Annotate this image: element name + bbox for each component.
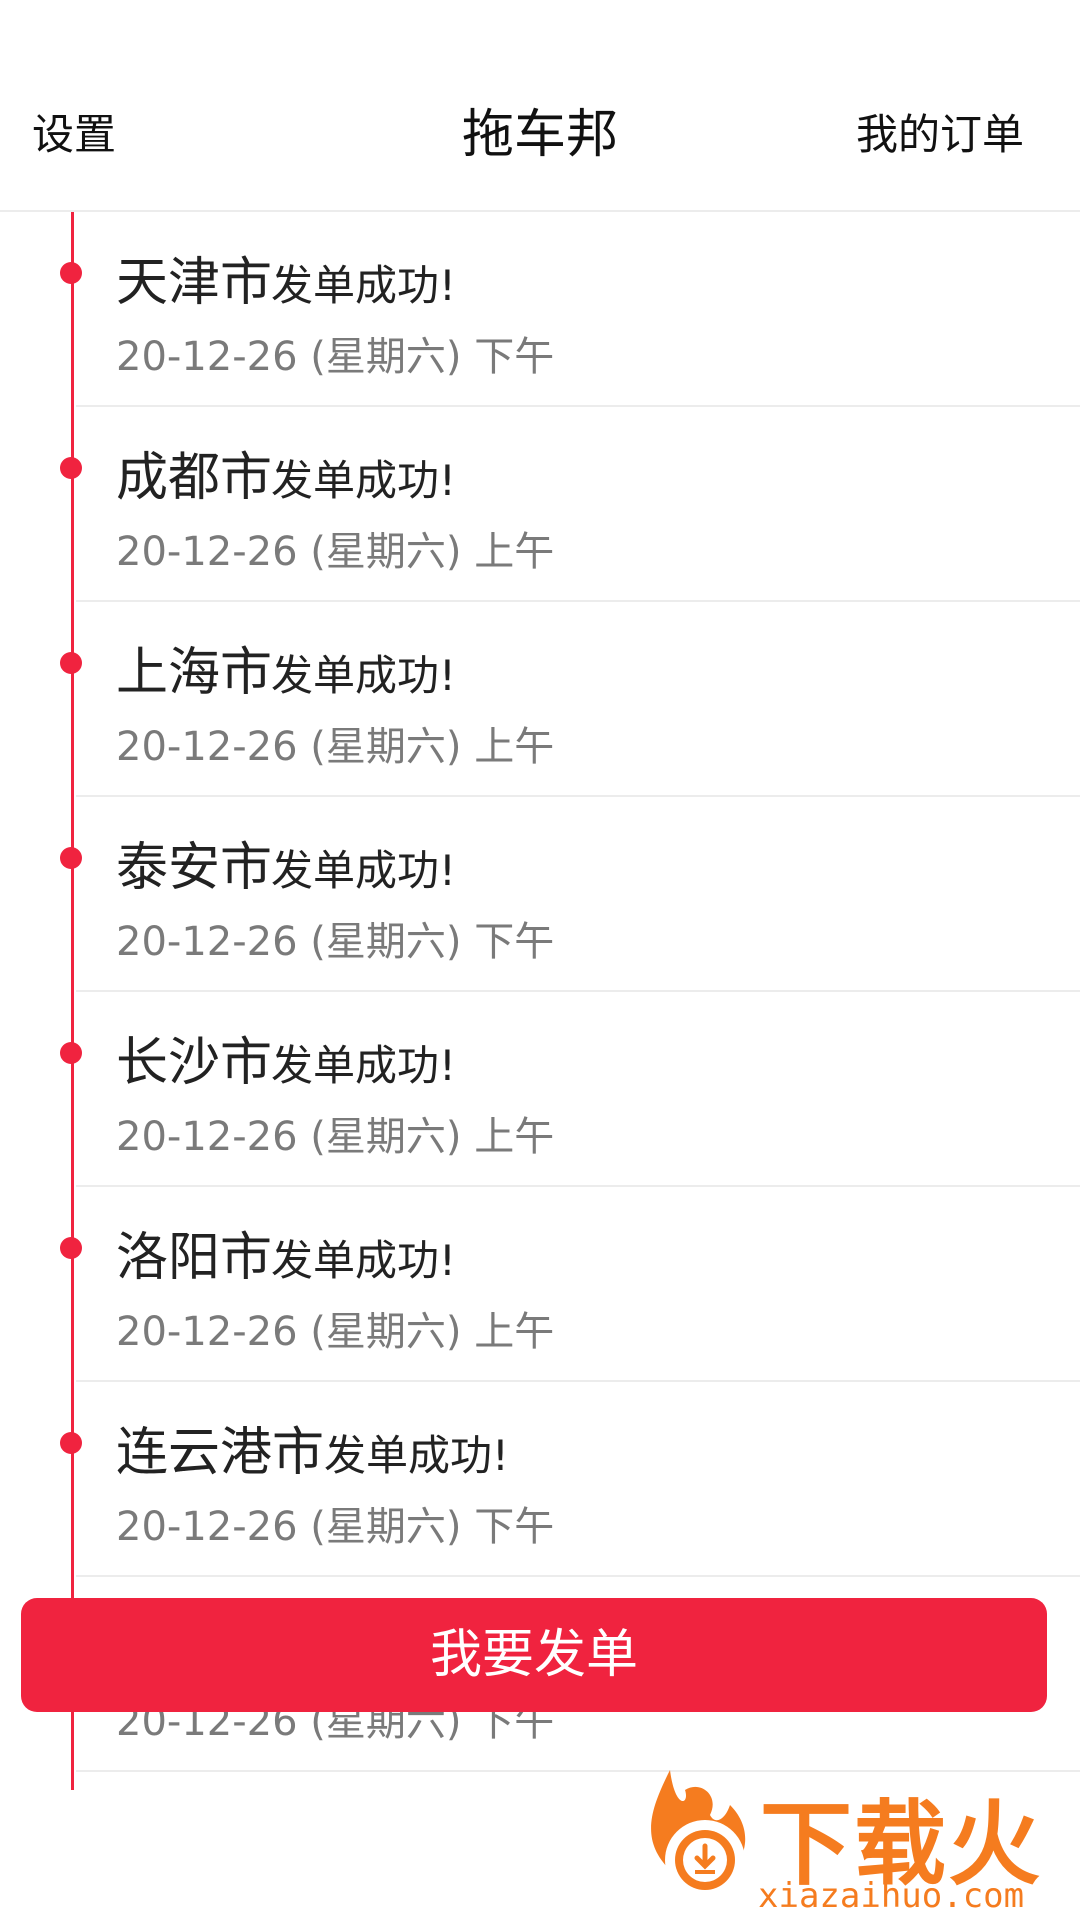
item-date: 20-12-26 (星期六) 下午 [116,1504,555,1550]
item-status: 发单成功! [271,651,456,700]
order-timeline-list: 天津市 发单成功! 20-12-26 (星期六) 下午 成都市 发单成功! 20… [0,212,1080,1772]
create-order-button[interactable]: 我要发单 [21,1598,1047,1712]
list-item[interactable]: 成都市 发单成功! 20-12-26 (星期六) 上午 [60,407,1080,602]
top-bar: 设置 拖车邦 我的订单 [0,0,1080,212]
list-item[interactable]: 洛阳市 发单成功! 20-12-26 (星期六) 上午 [60,1187,1080,1382]
item-date: 20-12-26 (星期六) 下午 [116,334,555,380]
item-city: 天津市 [116,253,273,313]
item-status: 发单成功! [271,1041,456,1090]
timeline-dot [60,1042,82,1064]
watermark-logo: 下载火 xiazaihuo.com [630,1760,1080,1920]
flame-download-icon [651,1770,746,1900]
item-date: 20-12-26 (星期六) 上午 [116,1114,555,1160]
item-city: 泰安市 [116,838,273,898]
timeline-dot [60,1432,82,1454]
item-city: 洛阳市 [116,1228,273,1288]
item-city: 成都市 [116,448,273,508]
item-status: 发单成功! [271,261,456,310]
timeline-dot [60,652,82,674]
item-status: 发单成功! [271,456,456,505]
item-status: 发单成功! [271,1236,456,1285]
list-item[interactable]: 泰安市 发单成功! 20-12-26 (星期六) 下午 [60,797,1080,992]
timeline-dot [60,457,82,479]
item-date: 20-12-26 (星期六) 下午 [116,919,555,965]
list-item[interactable]: 长沙市 发单成功! 20-12-26 (星期六) 上午 [60,992,1080,1187]
list-item[interactable]: 上海市 发单成功! 20-12-26 (星期六) 上午 [60,602,1080,797]
item-city: 连云港市 [116,1423,325,1483]
item-city: 上海市 [116,643,273,703]
my-orders-button[interactable]: 我的订单 [856,100,1024,170]
list-item[interactable]: 天津市 发单成功! 20-12-26 (星期六) 下午 [60,212,1080,407]
watermark-url: xiazaihuo.com [758,1876,1025,1916]
item-date: 20-12-26 (星期六) 上午 [116,1309,555,1355]
item-date: 20-12-26 (星期六) 上午 [116,724,555,770]
item-date: 20-12-26 (星期六) 上午 [116,529,555,575]
timeline-dot [60,262,82,284]
timeline-dot [60,847,82,869]
app-screen: 设置 拖车邦 我的订单 天津市 发单成功! 20-12-26 (星期六) 下午 … [0,0,1080,1920]
item-status: 发单成功! [324,1431,509,1480]
item-city: 长沙市 [116,1033,273,1093]
timeline-dot [60,1237,82,1259]
item-status: 发单成功! [271,846,456,895]
list-item[interactable]: 连云港市 发单成功! 20-12-26 (星期六) 下午 [60,1382,1080,1577]
